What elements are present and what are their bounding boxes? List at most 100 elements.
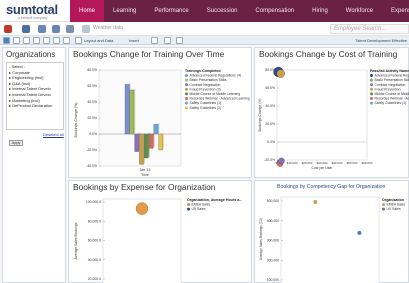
y-tick-label: 20,000.0 bbox=[88, 277, 101, 281]
bar-depth bbox=[134, 89, 136, 133]
legend-entry: Basic Presentation Skills bbox=[190, 78, 227, 82]
user-icon[interactable] bbox=[38, 25, 46, 33]
tab-home[interactable]: Home bbox=[70, 0, 105, 22]
layout-and-data-menu[interactable]: Layout and Data bbox=[84, 37, 113, 44]
y-tick-label: 60.0% bbox=[265, 86, 275, 90]
team-icon[interactable] bbox=[52, 25, 60, 33]
layout-icon[interactable] bbox=[75, 37, 82, 44]
legend-entry: Fraud Prevention bbox=[375, 87, 401, 91]
legend-entry: EMEA Sales bbox=[387, 203, 406, 207]
y-axis-label: Average Sales Bookings bbox=[74, 222, 78, 259]
y-tick-label: 40.0% bbox=[87, 100, 97, 104]
bookings-change-over-time-chart: 80.0% 60.0% 40.0% 20.0% 0.0% -20.0% -40.0% Jan … bbox=[74, 68, 250, 177]
y-axis-label: Average Sales Bookings (TD) bbox=[259, 218, 263, 260]
bar bbox=[148, 133, 154, 149]
tab-compensation[interactable]: Compensation bbox=[246, 0, 303, 22]
bar bbox=[124, 84, 130, 135]
legend-marker bbox=[185, 97, 188, 100]
legend-entry: Middle Course of Middle Learning bbox=[190, 92, 241, 96]
data-point bbox=[135, 202, 149, 215]
legend-entry: Recorded Webinar - Advanced Learning bbox=[190, 97, 250, 101]
tab-expense[interactable]: Expense bbox=[382, 0, 409, 22]
main-tabs: Home Learning Performance Succession Compens… bbox=[70, 0, 409, 22]
refresh-icon[interactable] bbox=[43, 37, 50, 44]
legend-marker bbox=[370, 87, 373, 91]
tab-hiring[interactable]: Hiring bbox=[303, 0, 337, 22]
y-tick-label: 40,000.0 bbox=[88, 258, 101, 262]
x-tick-label: Jan '13 bbox=[140, 168, 151, 172]
calendar-icon[interactable] bbox=[22, 25, 30, 33]
tab-learning[interactable]: Learning bbox=[104, 0, 145, 22]
y-tick-label: 200,000 bbox=[267, 258, 279, 262]
apply-button[interactable]: Apply bbox=[9, 140, 23, 146]
bar-depth bbox=[153, 133, 155, 148]
settings-icon[interactable] bbox=[164, 37, 171, 44]
header-toolbar: Weather data Employee Search... bbox=[0, 22, 409, 36]
y-tick-label: 100,000.0 bbox=[86, 200, 101, 204]
deselect-all-link[interactable]: Deselect all bbox=[43, 132, 64, 137]
organization-tree[interactable]: - Select - ▸ Corporate ▸ Engineering (Incl… bbox=[6, 62, 64, 130]
home-icon[interactable] bbox=[3, 37, 10, 44]
legend-entry: Basic Presentation Skills bbox=[375, 78, 409, 82]
data-point bbox=[313, 199, 318, 204]
dashboard-toolbar: Layout and Data Insert Talent Developmen… bbox=[0, 36, 409, 45]
save-icon[interactable] bbox=[13, 37, 20, 44]
weather-icon bbox=[82, 25, 90, 33]
bar bbox=[158, 133, 163, 151]
y-tick-label: 20.0% bbox=[265, 122, 275, 126]
y-axis-label: Bookings Change (%) bbox=[74, 103, 78, 138]
chart-options-icon[interactable] bbox=[151, 37, 158, 44]
x-tick-label: $60,000 bbox=[362, 161, 373, 165]
legend-marker bbox=[185, 74, 188, 77]
export-icon[interactable] bbox=[23, 37, 30, 44]
tab-performance[interactable]: Performance bbox=[145, 0, 197, 22]
print-icon[interactable] bbox=[33, 37, 40, 44]
help-icon[interactable] bbox=[176, 37, 183, 44]
data-point bbox=[278, 157, 285, 165]
tree-item[interactable]: ▸ DeProduct Declaration bbox=[9, 103, 61, 109]
legend-marker bbox=[185, 106, 188, 110]
legend-entry: US Sales bbox=[387, 207, 401, 211]
bookings-by-competency-chart: 500,000 400,000 300,000 200,000 100,000 Avera… bbox=[259, 196, 406, 283]
bar bbox=[139, 133, 144, 165]
filter-icon[interactable] bbox=[53, 37, 60, 44]
legend-marker bbox=[187, 207, 190, 211]
legend-entry: EMEA Sales bbox=[192, 203, 211, 207]
legend-entry: Advanced Federal Regulations (4) bbox=[190, 74, 241, 78]
bar-depth bbox=[158, 123, 160, 133]
bar bbox=[129, 89, 135, 135]
organizations-sidebar: Organizations - Select - ▸ Corporate ▸ Eng… bbox=[2, 47, 66, 283]
legend-entry: Contract Negotiation bbox=[190, 83, 221, 87]
undo-icon[interactable] bbox=[63, 37, 70, 44]
sumtotal-logo[interactable]: sumtotal bbox=[6, 2, 58, 17]
legend-marker bbox=[185, 83, 188, 87]
tab-succession[interactable]: Succession bbox=[198, 0, 247, 22]
legend-title: Organization, Average Hours a... bbox=[187, 198, 242, 202]
legend-title: Organization bbox=[382, 198, 404, 202]
panel-competency-gap: Bookings by Competency Gap for Organizat… bbox=[254, 180, 409, 283]
legend-marker bbox=[370, 97, 373, 100]
legend-entry: Contract Negotiation bbox=[375, 83, 406, 87]
x-tick-label: $50,000 bbox=[347, 161, 358, 165]
x-axis-label: Cost per User bbox=[312, 166, 334, 170]
tab-workforce[interactable]: Workforce bbox=[337, 0, 382, 22]
breadcrumb-label[interactable]: Talent Development Effective bbox=[355, 37, 407, 44]
y-tick-label: -20.0% bbox=[264, 158, 275, 162]
panel-expense: Bookings by Expense for Organization 100… bbox=[68, 180, 252, 283]
sidebar-title: Organizations bbox=[6, 50, 56, 59]
legend-entry: Advanced Federal Regulations bbox=[375, 74, 409, 78]
legend-marker bbox=[370, 78, 373, 82]
x-axis-label: Time bbox=[141, 173, 149, 177]
panel-cost-of-training: Bookings Change by Cost of Training 80.0… bbox=[254, 47, 409, 178]
alert-icon[interactable] bbox=[4, 25, 12, 33]
gear-icon[interactable] bbox=[66, 25, 74, 33]
legend-marker bbox=[185, 87, 188, 91]
y-tick-label: 100,000 bbox=[267, 278, 279, 282]
legend-marker bbox=[370, 83, 373, 87]
insert-menu[interactable]: Insert bbox=[129, 37, 139, 44]
legend-entry: Safety Guidelines (1) bbox=[190, 101, 222, 105]
panel-training-over-time: Bookings Change for Training Over Time 8… bbox=[68, 47, 252, 178]
legend-marker bbox=[382, 203, 385, 206]
employee-search-input[interactable]: Employee Search... bbox=[330, 24, 409, 34]
y-axis-label: Bookings Change (%) bbox=[258, 99, 262, 132]
